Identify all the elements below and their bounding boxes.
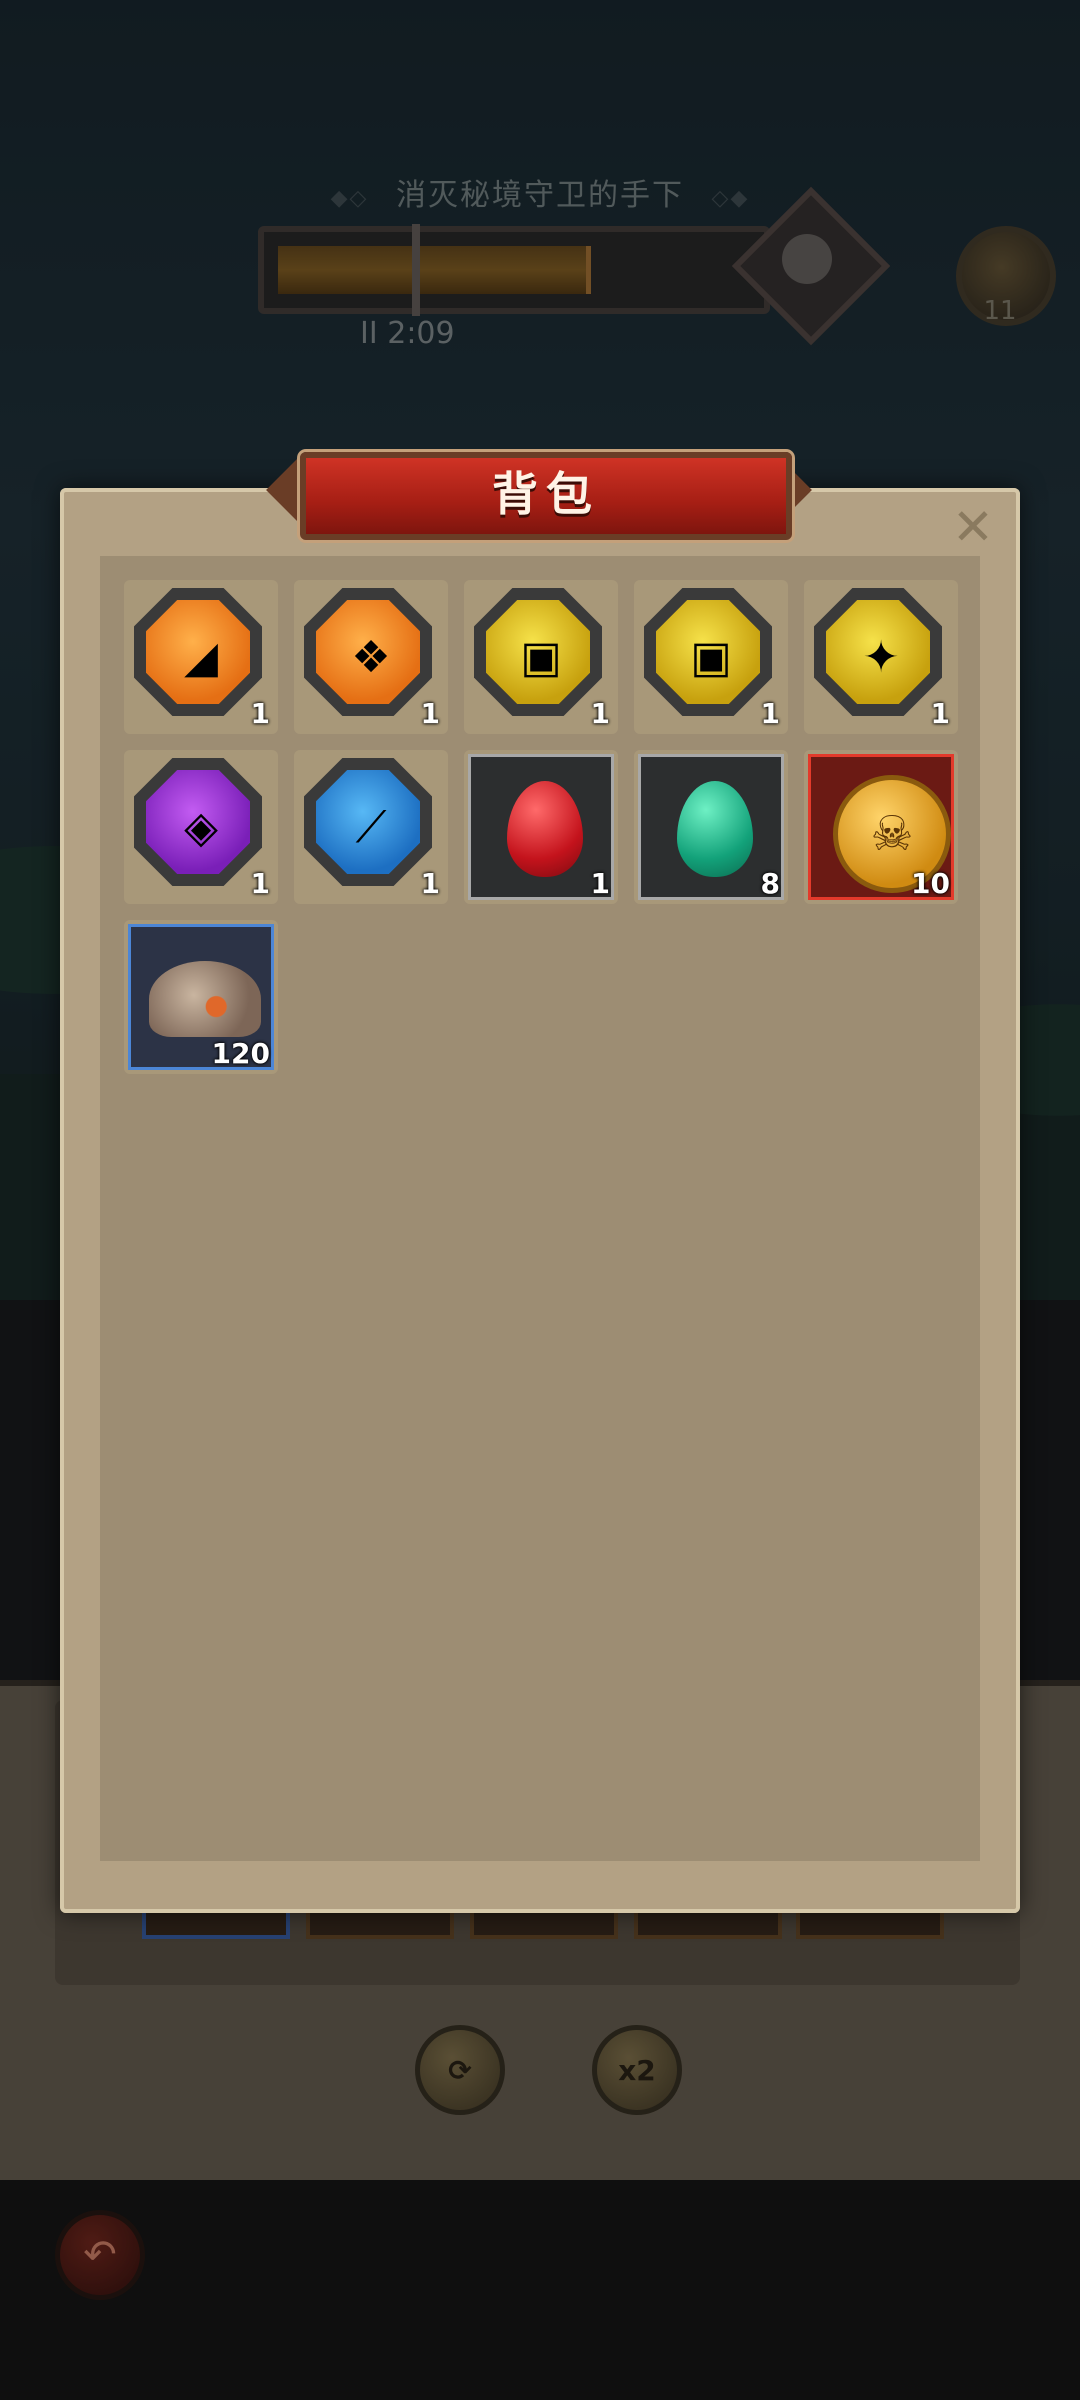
ore-pile-icon [149,961,261,1037]
inventory-slot[interactable]: ❖ 1 [294,580,448,734]
item-quantity: 1 [250,867,270,900]
inventory-slot[interactable]: ✦ 1 [804,580,958,734]
item-quantity: 1 [250,697,270,730]
inventory-slot[interactable]: ▣ 1 [464,580,618,734]
inventory-slot[interactable]: 120 [124,920,278,1074]
red-gem-icon [507,781,583,877]
modal-title: 背包 [492,467,600,521]
item-quantity: 8 [760,867,780,900]
item-quantity: 120 [211,1037,270,1070]
inventory-slot[interactable]: 8 [634,750,788,904]
green-gem-icon [677,781,753,877]
inventory-slot[interactable]: ⟋ 1 [294,750,448,904]
item-quantity: 1 [590,867,610,900]
item-quantity: 1 [930,697,950,730]
inventory-slot[interactable]: ☠ 10 [804,750,958,904]
inventory-slot[interactable]: 1 [464,750,618,904]
inventory-slot[interactable]: ◈ 1 [124,750,278,904]
item-quantity: 1 [420,697,440,730]
inventory-slot[interactable]: ◢ 1 [124,580,278,734]
inventory-slot[interactable]: ▣ 1 [634,580,788,734]
item-quantity: 1 [590,697,610,730]
item-quantity: 10 [911,867,950,900]
item-quantity: 1 [420,867,440,900]
close-button[interactable]: ✕ [948,502,998,552]
item-quantity: 1 [760,697,780,730]
